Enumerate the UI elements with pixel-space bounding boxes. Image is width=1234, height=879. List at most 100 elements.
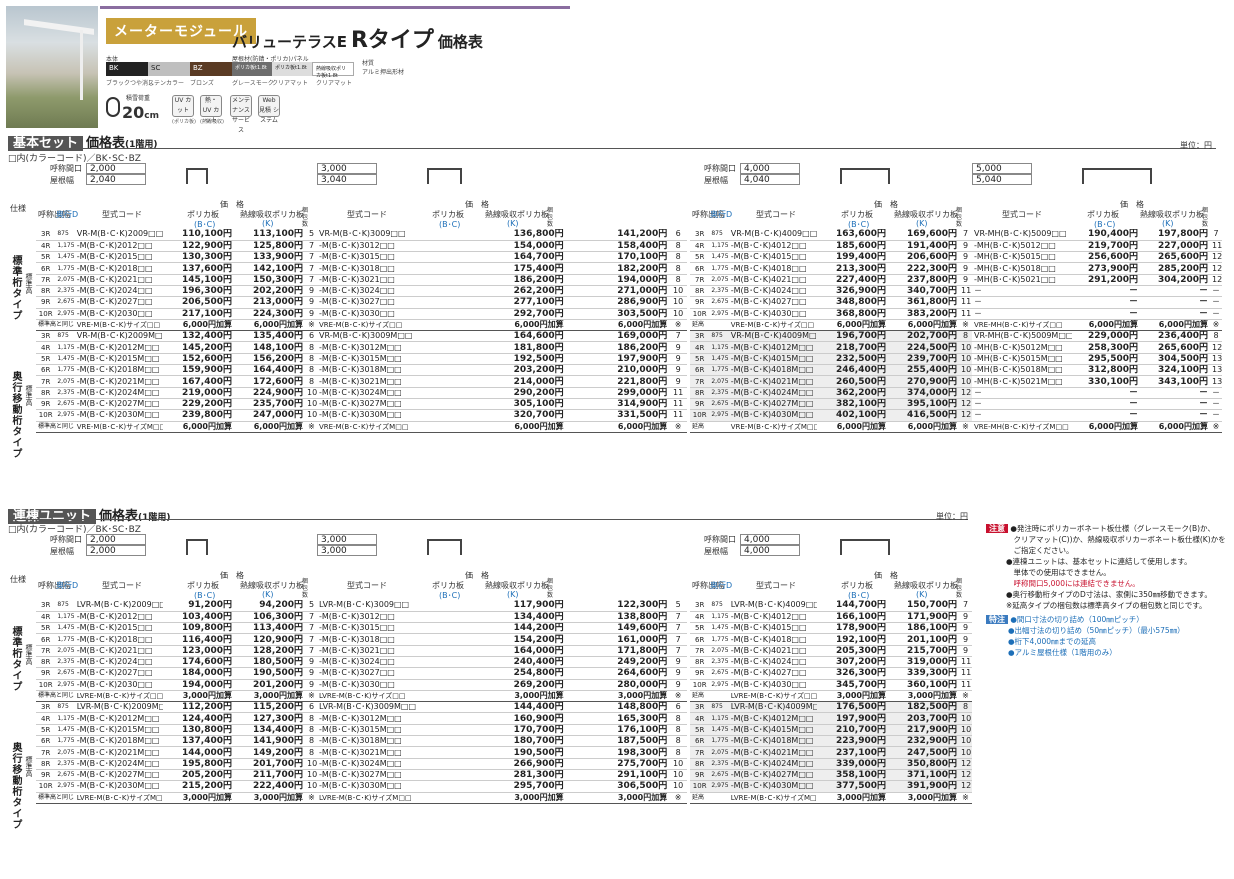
heat-price-cell: 239,700円 (888, 353, 960, 366)
heat-price-cell: 113,100円 (234, 229, 306, 241)
table-row: -M(B･C･K)3021M□□ 190,500円 198,300円 8 (317, 746, 687, 759)
depth-cell: 1,475 (55, 724, 75, 737)
heat-price-cell: 210,000円 (565, 364, 670, 377)
heat-price-cell: 172,600円 (234, 375, 306, 388)
polyca-price-cell: 292,700円 (465, 308, 566, 320)
model-code-cell: -M(B･C･K)3015□□ (317, 622, 465, 635)
heat-price-cell: 176,100円 (565, 724, 670, 737)
depth-cell: 2,375 (55, 758, 75, 770)
depth-cell: 2,075 (709, 645, 729, 657)
polyca-price-cell: 258,300円 (1072, 341, 1140, 354)
bundle-cell: 10 (959, 746, 972, 759)
polyca-price-cell: 339,000円 (816, 758, 888, 770)
heat-price-cell: 340,700円 (888, 285, 960, 298)
panel-sub-heat: クリアマット (316, 80, 353, 87)
polyca-price-cell: 203,200円 (465, 364, 566, 377)
table-row: -MH(B･C･K)5021M□□ 330,100円 343,100円 13 (972, 375, 1222, 388)
unit-colorcode: □内(カラーコード)／BK･SC･BZ (8, 525, 141, 535)
model-code-cell: -M(B･C･K)2012□□ (74, 240, 163, 253)
extension-row: 標準高と同じ LVRE-M(B･C･K)サイズ□□ 3,000円加算 3,000円加算… (36, 690, 318, 703)
polyca-price-cell: 164,000円 (465, 645, 566, 657)
polyca-price-cell: 152,600円 (162, 353, 234, 366)
depth-cell: 1,475 (55, 622, 75, 635)
table-row: 4R 1,175 -M(B･C･K)2012□□ 103,400円 106,300円 7 (36, 611, 318, 624)
heat-sub-label: (K) (916, 219, 928, 228)
heat-price-cell: 186,200円 (565, 341, 670, 354)
model-code-cell: -MH(B･C･K)5012□□ (972, 240, 1072, 253)
heat-price-cell: 148,800円 (565, 701, 670, 714)
heat-price-cell: 201,200円 (234, 679, 306, 691)
projection-cell: 6R (690, 633, 710, 646)
model-code-cell: VR-M(B･C･K)4009M□□ (728, 330, 817, 343)
bundle-cell: 10 (669, 758, 687, 770)
bundle-cell: 10 (669, 296, 687, 309)
heat-price-cell: 299,000円 (565, 387, 670, 399)
bundle-cell: － (1210, 296, 1222, 309)
depth-cell: 875 (55, 600, 75, 612)
heat-price-cell: 180,500円 (234, 656, 306, 669)
extension-code: VRE-M(B･C･K)サイズM□□ (317, 421, 465, 433)
heat-price-cell: 343,100円 (1140, 375, 1210, 388)
depth-label: 奥行D (710, 581, 733, 590)
model-code-cell: -MH(B･C･K)5018M□□ (972, 364, 1072, 377)
note-line: ●連棟ユニットは、基本セットに連結して使用します。 (1006, 557, 1192, 566)
heat-price-cell: 186,100円 (888, 622, 960, 635)
type-movable-label: 奥行移動桁タイプ (10, 371, 21, 459)
polyca-price-cell: 195,800円 (162, 758, 234, 770)
polyca-price-cell: 240,400円 (465, 656, 566, 669)
bundle-cell: 7 (669, 622, 687, 635)
extension-polyca: 6,000円加算 (162, 319, 234, 332)
depth-cell: 2,075 (55, 274, 75, 286)
depth-cell: 875 (709, 600, 729, 612)
table-row: 3R 875 LVR-M(B･C･K)4009□□ 144,700円 150,700円 7 (690, 600, 972, 612)
model-code-cell: -M(B･C･K)2012M□□ (74, 341, 163, 354)
polyca-price-cell: － (1072, 398, 1140, 411)
depth-label: 奥行D (710, 210, 733, 219)
model-code-cell: -M(B･C･K)4015□□ (728, 251, 817, 264)
heat-price-cell: 280,000円 (565, 679, 670, 691)
bundle-cell: 9 (959, 645, 972, 657)
bundle-cell: 8 (1210, 330, 1222, 343)
heat-price-cell: 391,900円 (888, 780, 960, 793)
polyca-price-cell: 175,400円 (465, 262, 566, 275)
model-code-cell: -M(B･C･K)2021□□ (74, 645, 163, 657)
table-row: －－－－ (972, 285, 1222, 298)
polyca-price-cell: 206,500円 (162, 296, 234, 309)
heat-price-cell: 383,200円 (888, 308, 960, 320)
polyca-price-cell: － (1072, 308, 1140, 320)
extension-code: LVRE-M(B･C･K)サイズM□□ (728, 792, 817, 804)
model-code-cell: -M(B･C･K)2015M□□ (74, 353, 163, 366)
heat-price-cell: 331,500円 (565, 409, 670, 422)
projection-cell: 5R (690, 353, 710, 366)
color-swatch-bk: BK (106, 62, 148, 76)
projection-cell: 3R (36, 229, 56, 241)
heat-price-cell: 304,200円 (1140, 274, 1210, 286)
depth-cell: 1,475 (709, 622, 729, 635)
extension-heat: 3,000円加算 (565, 792, 670, 804)
heat-price-cell: 270,900円 (888, 375, 960, 388)
heat-price-cell: 237,800円 (888, 274, 960, 286)
header-accent-bar (100, 6, 570, 9)
model-code-cell: -M(B･C･K)3024M□□ (317, 758, 465, 770)
bundle-cell: 11 (959, 679, 972, 691)
bundle-label: 梱包数 (956, 578, 963, 599)
projection-cell: 6R (36, 735, 56, 748)
projection-cell: 6R (36, 633, 56, 646)
polyca-price-cell: 184,000円 (162, 667, 234, 680)
polyca-price-cell: 167,400円 (162, 375, 234, 388)
depth-cell: 1,475 (709, 251, 729, 264)
depth-cell: 2,975 (709, 308, 729, 320)
model-code-cell: -M(B･C･K)4012□□ (728, 611, 817, 624)
bundle-cell: 12 (959, 387, 972, 399)
depth-cell: 1,775 (709, 364, 729, 377)
projection-cell: 4R (690, 611, 710, 624)
bundle-cell: 9 (959, 622, 972, 635)
polyca-price-cell: 181,800円 (465, 341, 566, 354)
price-table: LVR-M(B･C･K)3009□□ 117,900円 122,300円 5 -M(B･… (317, 600, 687, 804)
polyca-price-cell: 307,200円 (816, 656, 888, 669)
notes-block: 注意 ●発注時にポリカーボネート板仕様（グレースモーク(B)か、 クリアマット(… (986, 523, 1226, 658)
table-row: 10R 2,975 -M(B･C･K)4030□□ 345,700円 360,100円 1… (690, 679, 972, 691)
extension-note: ※ (669, 792, 687, 804)
heat-price-cell: 306,500円 (565, 780, 670, 793)
table-row: 4R 1,175 -M(B･C･K)2012M□□ 124,400円 127,300円 8 (36, 712, 318, 725)
